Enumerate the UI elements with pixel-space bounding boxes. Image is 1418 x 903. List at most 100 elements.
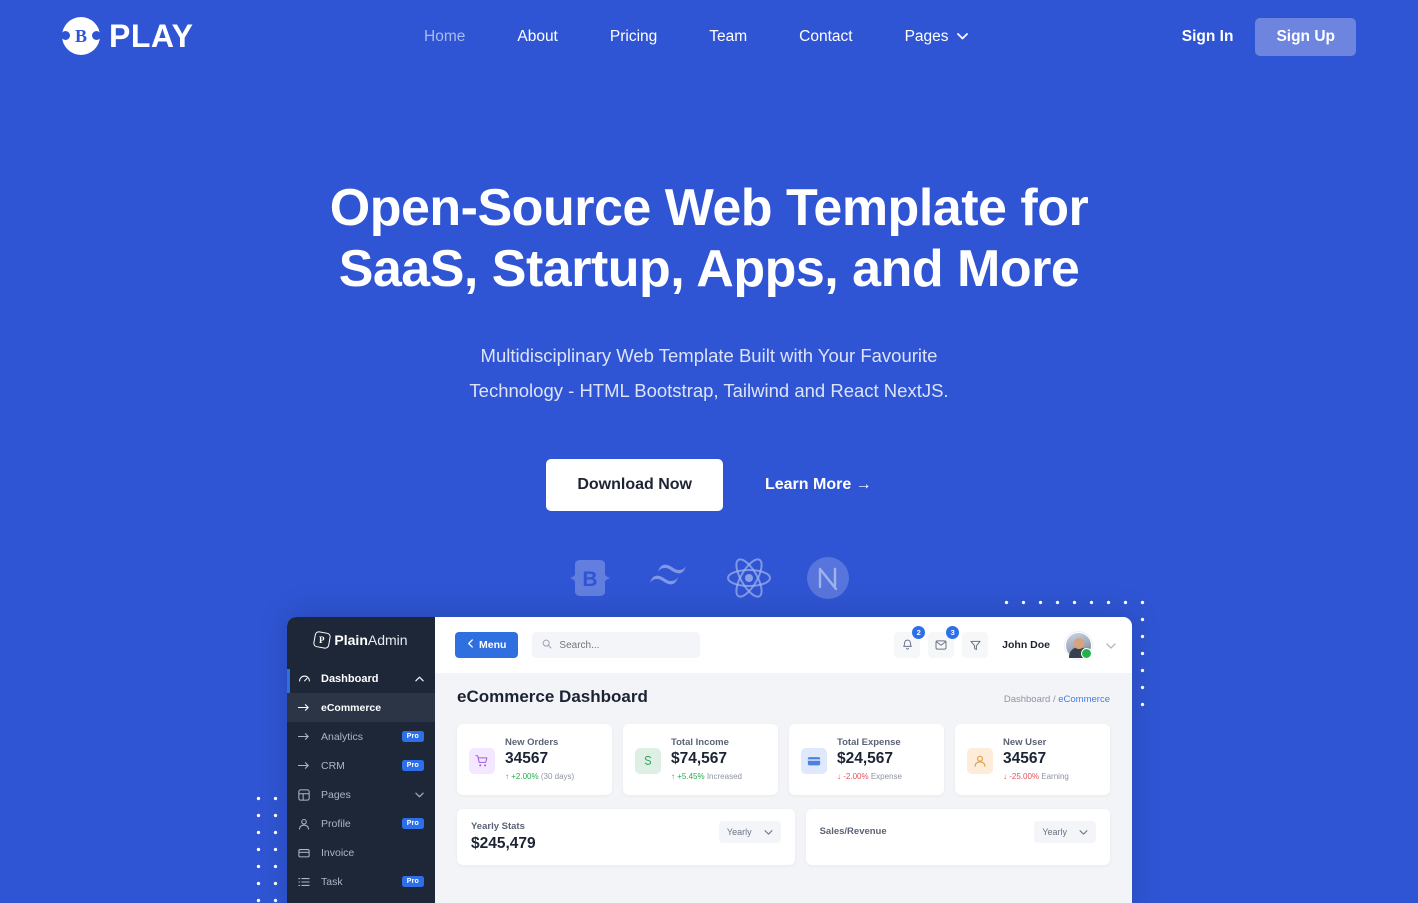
messages-button[interactable]: 3 — [928, 626, 960, 658]
list-icon — [298, 876, 313, 888]
stat-delta: ↑ +5.45% Increased — [671, 772, 766, 781]
hero-subtitle-line2: Technology - HTML Bootstrap, Tailwind an… — [469, 380, 949, 402]
svg-text:B: B — [582, 568, 597, 591]
panel-title: Sales/Revenue — [819, 826, 887, 837]
sidebar-item-ecommerce-label: eCommerce — [321, 701, 382, 714]
notifications-button[interactable]: 2 — [894, 626, 926, 658]
plainadmin-wordmark: PlainAdmin — [334, 632, 407, 648]
chevron-up-icon — [415, 674, 424, 683]
learn-more-link[interactable]: Learn More → — [765, 476, 872, 494]
brand-light: Admin — [367, 632, 408, 648]
stat-value: 34567 — [505, 750, 549, 767]
nav-item-pages[interactable]: Pages — [879, 23, 994, 51]
react-icon — [725, 556, 773, 605]
hero-cta-group: Download Now Learn More → — [0, 458, 1418, 511]
invoice-icon — [298, 847, 313, 859]
breadcrumb-separator: / — [1052, 694, 1056, 705]
sidebar-item-profile[interactable]: Profile Pro — [287, 809, 435, 838]
nav-item-contact[interactable]: Contact — [773, 23, 878, 51]
dashboard-page-title: eCommerce Dashboard — [457, 687, 648, 706]
card-icon — [801, 748, 827, 774]
arrow-up-icon: ↑ — [671, 772, 675, 781]
pro-badge: Pro — [401, 731, 424, 742]
sidebar-item-dashboard-label: Dashboard — [321, 672, 379, 685]
notifications-badge: 2 — [912, 626, 926, 639]
sidebar-item-analytics[interactable]: Analytics Pro — [287, 722, 435, 751]
panel-title: Yearly Stats — [471, 821, 525, 832]
sales-revenue-period-select[interactable]: Yearly — [1034, 821, 1096, 843]
arrow-right-icon — [298, 732, 313, 741]
sidebar-item-pages-label: Pages — [321, 788, 351, 801]
breadcrumb-root[interactable]: Dashboard — [1004, 694, 1050, 705]
bootstrap-icon: B — [567, 558, 613, 603]
plainadmin-mark-icon: P — [313, 630, 332, 650]
nav-item-team[interactable]: Team — [683, 23, 773, 51]
chevron-down-icon — [415, 790, 424, 799]
tailwind-icon — [645, 560, 693, 601]
sidebar-item-task-label: Task — [321, 875, 343, 888]
nav-item-pages-label: Pages — [904, 28, 949, 45]
user-icon — [298, 818, 313, 830]
stat-delta-note: Expense — [870, 772, 902, 781]
speedometer-icon — [298, 672, 313, 685]
dashboard-content: eCommerce Dashboard Dashboard / eCommerc… — [435, 673, 1132, 865]
download-now-button[interactable]: Download Now — [546, 458, 723, 511]
nav-item-pricing[interactable]: Pricing — [584, 23, 683, 51]
stat-delta-note: (30 days) — [540, 772, 575, 781]
stat-card-total-expense: Total Expense $24,567 ↓ -2.00% Expense — [789, 724, 944, 795]
stat-delta: ↓ -2.00% Expense — [837, 772, 932, 781]
breadcrumb: Dashboard / eCommerce — [1004, 694, 1110, 705]
search-input[interactable] — [559, 639, 691, 651]
logo-letter: B — [74, 26, 87, 46]
layout-icon — [298, 788, 313, 801]
select-value: Yearly — [726, 827, 752, 837]
hero-title-line1: Open-Source Web Template for — [329, 179, 1089, 237]
stat-delta-value: +5.45% — [677, 772, 705, 781]
cart-icon — [469, 748, 495, 774]
sign-up-button[interactable]: Sign Up — [1255, 18, 1356, 56]
user-name: John Doe — [1002, 639, 1050, 651]
stat-delta: ↓ -25.00% Earning — [1003, 772, 1098, 781]
sidebar-item-invoice[interactable]: Invoice — [287, 838, 435, 867]
chevron-down-icon[interactable] — [1106, 636, 1116, 654]
sidebar-item-pages[interactable]: Pages — [287, 780, 435, 809]
chevron-left-icon — [467, 639, 474, 651]
main-nav: Home About Pricing Team Contact Pages — [398, 23, 994, 51]
sidebar-item-dashboard[interactable]: Dashboard — [287, 664, 435, 693]
filter-button[interactable] — [962, 632, 989, 658]
search-box[interactable] — [532, 632, 701, 658]
stat-delta: ↑ +2.00% (30 days) — [505, 772, 600, 781]
tech-logo-row: B — [0, 555, 1418, 606]
messages-badge: 3 — [946, 626, 960, 639]
dashboard-topbar: Menu 2 3 — [435, 617, 1132, 673]
brand-bold: Plain — [334, 632, 368, 648]
auth-actions: Sign In Sign Up — [1174, 18, 1356, 56]
avatar[interactable] — [1065, 631, 1092, 659]
menu-toggle-button[interactable]: Menu — [455, 632, 519, 658]
plainadmin-logo[interactable]: P PlainAdmin — [287, 617, 435, 664]
stat-value: $24,567 — [837, 750, 894, 767]
brand-logo[interactable]: B PLAY — [61, 17, 193, 55]
stat-card-new-orders: New Orders 34567 ↑ +2.00% (30 days) — [457, 724, 612, 795]
chevron-down-icon — [1079, 827, 1088, 837]
stat-delta-note: Earning — [1041, 772, 1069, 781]
landing-page: B PLAY Home About Pricing Team Contact P… — [0, 0, 1418, 903]
yearly-stats-period-select[interactable]: Yearly — [718, 821, 781, 843]
sidebar-item-crm-label: CRM — [321, 759, 345, 772]
sidebar-item-task[interactable]: Task Pro — [287, 867, 435, 896]
nav-item-about[interactable]: About — [491, 23, 584, 51]
logo-badge-icon: B — [61, 17, 101, 55]
topbar-actions: 2 3 John Doe — [894, 626, 1116, 659]
breadcrumb-current: eCommerce — [1058, 694, 1110, 705]
hero-subtitle: Multidisciplinary Web Template Built wit… — [0, 338, 1418, 409]
sidebar-item-ecommerce[interactable]: eCommerce — [287, 693, 435, 722]
arrow-down-icon: ↓ — [837, 772, 841, 781]
nav-item-home[interactable]: Home — [398, 23, 491, 51]
nextjs-icon — [805, 555, 851, 606]
sign-in-link[interactable]: Sign In — [1174, 22, 1242, 52]
sidebar-item-analytics-label: Analytics — [321, 730, 364, 743]
arrow-right-icon — [298, 761, 313, 770]
sidebar-item-crm[interactable]: CRM Pro — [287, 751, 435, 780]
stat-card-total-income: Total Income $74,567 ↑ +5.45% Increased — [623, 724, 778, 795]
panel-row: Yearly Stats $245,479 Yearly Sales/Reven… — [457, 809, 1110, 865]
